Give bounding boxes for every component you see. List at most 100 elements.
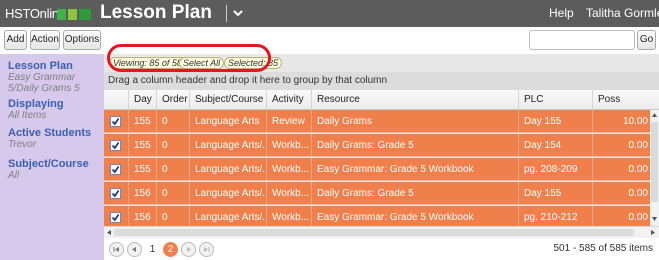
cell-poss: 0.00 — [592, 134, 650, 157]
check-icon — [111, 141, 120, 150]
cell-day: 155 — [128, 110, 156, 133]
scroll-right-icon[interactable] — [650, 229, 656, 236]
cell-day: 155 — [128, 134, 156, 157]
page-2-button[interactable]: 2 — [163, 242, 178, 257]
sidebar-item-title: Lesson Plan — [8, 60, 73, 72]
scroll-down-icon[interactable] — [651, 216, 658, 222]
row-checkbox[interactable] — [110, 188, 121, 199]
chevron-down-icon[interactable] — [232, 7, 244, 19]
table-row[interactable]: 155 0 Language Arts Review Daily Grams D… — [104, 110, 650, 133]
go-button[interactable]: Go — [637, 30, 656, 50]
prev-page-button[interactable] — [127, 242, 142, 257]
highlight-ring — [107, 44, 271, 72]
lesson-grid: Viewing: 85 of 585 Select All Selected: … — [104, 44, 659, 260]
pager: 1 2 501 - 585 of 585 items — [104, 238, 659, 260]
cell-order: 0 — [156, 134, 189, 157]
sidebar-item-value: All Items — [8, 110, 47, 121]
first-page-icon — [113, 247, 119, 252]
user-menu[interactable]: Talitha Gormley — [586, 6, 659, 20]
last-page-button[interactable] — [199, 242, 214, 257]
cell-plc: Day 155 — [518, 110, 592, 133]
pager-info: 501 - 585 of 585 items — [553, 243, 653, 254]
cell-day: 155 — [128, 158, 156, 181]
horizontal-scroll-thumb[interactable] — [114, 229, 634, 236]
table-header: Day Order Subject/Course Activity Resour… — [104, 90, 659, 110]
column-header-resource[interactable]: Resource — [311, 90, 518, 110]
next-page-icon — [187, 247, 191, 252]
cell-day: 156 — [128, 182, 156, 205]
column-header-order[interactable]: Order — [156, 90, 189, 110]
check-icon — [111, 117, 120, 126]
top-bar: HSTOnline Lesson Plan Help Talitha Gorml… — [0, 0, 659, 27]
sidebar-item-displaying[interactable]: Displaying All Items — [8, 98, 100, 121]
cell-activity: Workb... — [266, 182, 311, 205]
row-checkbox[interactable] — [110, 212, 121, 223]
cell-plc: pg. 208-209 — [518, 158, 592, 181]
options-button[interactable]: Options — [63, 30, 101, 50]
cell-subject: Language Arts/... — [189, 134, 266, 157]
table-row[interactable]: 155 0 Language Arts/... Workb... Daily G… — [104, 134, 650, 157]
sidebar-item-subject-course[interactable]: Subject/Course All — [8, 158, 100, 181]
check-icon — [111, 189, 120, 198]
table-row[interactable]: 156 0 Language Arts/... Workb... Daily G… — [104, 182, 650, 205]
cell-poss: 10.00 — [592, 110, 650, 133]
row-checkbox[interactable] — [110, 140, 121, 151]
search-input[interactable] — [529, 30, 635, 50]
sidebar-item-active-students[interactable]: Active Students Trevor — [8, 127, 100, 150]
column-header-day[interactable]: Day — [128, 90, 156, 110]
cell-order: 0 — [156, 158, 189, 181]
cell-subject: Language Arts/... — [189, 158, 266, 181]
row-checkbox[interactable] — [110, 164, 121, 175]
cell-resource: Daily Grams: Grade 5 — [311, 182, 518, 205]
last-page-icon — [204, 247, 210, 252]
sidebar-item-title: Subject/Course — [8, 158, 89, 170]
scroll-left-icon[interactable] — [106, 229, 112, 236]
cell-order: 0 — [156, 110, 189, 133]
column-header-subject[interactable]: Subject/Course — [189, 90, 266, 110]
sidebar-item-value: All — [8, 170, 20, 181]
check-icon — [111, 165, 120, 174]
cell-resource: Daily Grams: Grade 5 — [311, 134, 518, 157]
title-divider — [226, 5, 227, 22]
scroll-up-icon[interactable] — [651, 112, 658, 118]
sidebar-item-title: Displaying — [8, 98, 64, 110]
group-by-hint[interactable]: Drag a column header and drop it here to… — [104, 72, 659, 90]
cell-resource: Daily Grams — [311, 110, 518, 133]
cell-resource: Easy Grammar: Grade 5 Workbook — [311, 158, 518, 181]
cell-plc: Day 155 — [518, 182, 592, 205]
cell-activity: Workb... — [266, 158, 311, 181]
cell-subject: Language Arts — [189, 110, 266, 133]
cell-poss: 0.00 — [592, 158, 650, 181]
cell-activity: Review — [266, 110, 311, 133]
cell-order: 0 — [156, 182, 189, 205]
cell-subject: Language Arts/... — [189, 182, 266, 205]
prev-page-icon — [132, 247, 136, 252]
sidebar-item-value: Easy Grammar 5/Daily Grams 5 — [8, 72, 80, 94]
sidebar-item-lesson-plan[interactable]: Lesson Plan Easy Grammar 5/Daily Grams 5 — [8, 60, 100, 94]
cell-plc: Day 154 — [518, 134, 592, 157]
select-column-header — [104, 90, 128, 110]
first-page-button[interactable] — [109, 242, 124, 257]
page-1-button[interactable]: 1 — [145, 242, 160, 257]
help-link[interactable]: Help — [549, 6, 574, 20]
row-checkbox[interactable] — [110, 116, 121, 127]
add-button[interactable]: Add — [4, 30, 27, 50]
check-icon — [111, 213, 120, 222]
sidebar: Lesson Plan Easy Grammar 5/Daily Grams 5… — [0, 54, 104, 260]
action-button[interactable]: Action — [30, 30, 60, 50]
cell-activity: Workb... — [266, 134, 311, 157]
logo-mark-icon — [57, 9, 91, 20]
column-header-plc[interactable]: PLC — [518, 90, 592, 110]
page-title: Lesson Plan — [100, 2, 212, 23]
horizontal-scrollbar[interactable] — [104, 226, 659, 238]
column-header-poss[interactable]: Poss — [592, 90, 650, 110]
next-page-button[interactable] — [181, 242, 196, 257]
cell-poss: 0.00 — [592, 182, 650, 205]
sidebar-item-title: Active Students — [8, 127, 92, 139]
vertical-scrollbar[interactable] — [650, 110, 659, 226]
table-row[interactable]: 155 0 Language Arts/... Workb... Easy Gr… — [104, 158, 650, 181]
selection-status-bar: Viewing: 85 of 585 Select All Selected: … — [104, 44, 659, 72]
column-header-activity[interactable]: Activity — [266, 90, 311, 110]
sidebar-item-value: Trevor — [8, 139, 37, 150]
vertical-scroll-thumb[interactable] — [651, 122, 658, 202]
